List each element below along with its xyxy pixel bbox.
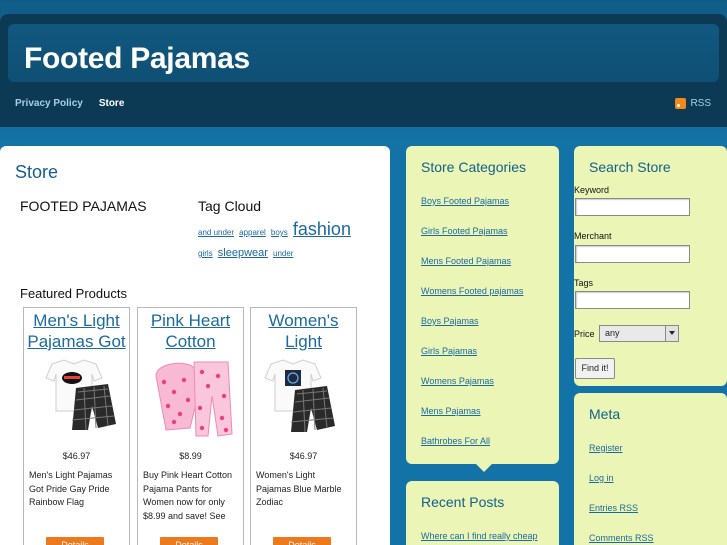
recent-posts-list: Where can I find really cheap	[421, 524, 538, 545]
rss-link[interactable]: RSS	[675, 98, 711, 109]
tags-input[interactable]	[575, 291, 690, 309]
product-title-link[interactable]: Women's Light	[251, 310, 356, 352]
page-title: Store	[15, 162, 59, 182]
site-title[interactable]: Footed Pajamas	[24, 42, 250, 76]
product-price: $46.97	[62, 451, 91, 461]
meta-link[interactable]: Entries RSS	[589, 503, 638, 513]
category-link[interactable]: Bathrobes For All	[421, 436, 490, 446]
store-categories-widget: Store Categories Boys Footed Pajamas Gir…	[406, 146, 559, 472]
product-description: Buy Pink Heart Cotton Pajama Pants for W…	[143, 470, 233, 521]
keyword-input[interactable]	[575, 198, 690, 216]
tag-link[interactable]: fashion	[293, 219, 351, 239]
product-card: Pink Heart Cotton $8.99 Buy Pink Heart C…	[137, 307, 244, 545]
product-title-link[interactable]: Pink Heart Cotton	[138, 310, 243, 352]
product-price: $46.97	[289, 451, 318, 461]
merchant-input[interactable]	[575, 245, 690, 263]
nav-privacy-policy[interactable]: Privacy Policy	[15, 98, 83, 109]
post-link[interactable]: Where can I find really cheap	[421, 531, 538, 541]
tag-link[interactable]: boys	[271, 228, 288, 237]
product-description: Men's Light Pajamas Got Pride Gay Pride …	[29, 470, 113, 507]
category-link[interactable]: Girls Pajamas	[421, 346, 477, 356]
search-store-widget: Search Store Keyword Merchant Tags Price…	[574, 146, 727, 386]
meta-widget: Meta Register Log in Entries RSS Comment…	[574, 393, 727, 545]
main-content: Store FOOTED PAJAMAS Tag Cloud and under…	[0, 146, 390, 545]
details-button[interactable]: Details	[160, 537, 218, 545]
tag-cloud-heading: Tag Cloud	[198, 198, 262, 214]
meta-list: Register Log in Entries RSS Comments RSS	[589, 436, 654, 545]
title-banner: Footed Pajamas	[8, 24, 719, 82]
merchant-label: Merchant	[574, 231, 612, 241]
category-link[interactable]: Womens Footed pajamas	[421, 286, 523, 296]
widget-title: Search Store	[589, 159, 671, 175]
recent-posts-widget: Recent Posts Where can I find really che…	[406, 481, 559, 545]
widget-title: Recent Posts	[421, 494, 505, 510]
product-title-link[interactable]: Men's Light Pajamas Got	[24, 310, 129, 352]
details-button[interactable]: Details	[273, 537, 331, 545]
tags-label: Tags	[574, 278, 594, 288]
price-select[interactable]: any	[599, 325, 679, 342]
rss-label: RSS	[690, 98, 711, 109]
category-link[interactable]: Mens Pajamas	[421, 406, 481, 416]
widget-pointer	[476, 464, 492, 472]
category-link[interactable]: Boys Pajamas	[421, 316, 479, 326]
price-label: Price	[574, 329, 595, 339]
product-description: Women's Light Pajamas Blue Marble Zodiac	[256, 470, 342, 507]
tag-link[interactable]: girls	[198, 249, 213, 258]
product-image[interactable]	[251, 356, 356, 446]
rss-icon	[675, 98, 687, 109]
product-card: Men's Light Pajamas Got $46.97 Men's Lig…	[23, 307, 130, 545]
find-it-button[interactable]: Find it!	[575, 358, 615, 379]
product-image[interactable]	[24, 356, 129, 446]
meta-link[interactable]: Register	[589, 443, 623, 453]
site-header: Footed Pajamas Privacy Policy Store RSS	[0, 14, 727, 127]
keyword-label: Keyword	[574, 185, 610, 195]
product-price: $8.99	[179, 451, 202, 461]
meta-link[interactable]: Log in	[589, 473, 614, 483]
tag-link[interactable]: apparel	[239, 228, 266, 237]
category-link[interactable]: Womens Pajamas	[421, 376, 494, 386]
main-nav: Privacy Policy Store	[15, 98, 124, 109]
tag-link[interactable]: under	[273, 249, 293, 258]
tag-cloud: and under apparel boys fashion girls sle…	[198, 220, 368, 263]
widget-title: Meta	[589, 406, 621, 422]
category-list: Boys Footed Pajamas Girls Footed Pajamas…	[421, 189, 523, 459]
featured-products-heading: Featured Products	[20, 286, 127, 301]
chevron-down-icon[interactable]	[665, 326, 678, 341]
meta-link[interactable]: Comments RSS	[589, 533, 654, 543]
nav-store[interactable]: Store	[99, 98, 125, 109]
widget-title: Store Categories	[421, 159, 527, 175]
details-button[interactable]: Details	[46, 537, 104, 545]
category-link[interactable]: Boys Footed Pajamas	[421, 196, 509, 206]
section-heading: FOOTED PAJAMAS	[20, 198, 147, 214]
product-image[interactable]	[138, 356, 243, 446]
price-select-value: any	[605, 328, 620, 338]
tag-link[interactable]: sleepwear	[218, 247, 268, 259]
tag-link[interactable]: and under	[198, 228, 234, 237]
category-link[interactable]: Mens Footed Pajamas	[421, 256, 511, 266]
product-card: Women's Light $46.97 Women's Light Pajam…	[250, 307, 357, 545]
category-link[interactable]: Girls Footed Pajamas	[421, 226, 508, 236]
